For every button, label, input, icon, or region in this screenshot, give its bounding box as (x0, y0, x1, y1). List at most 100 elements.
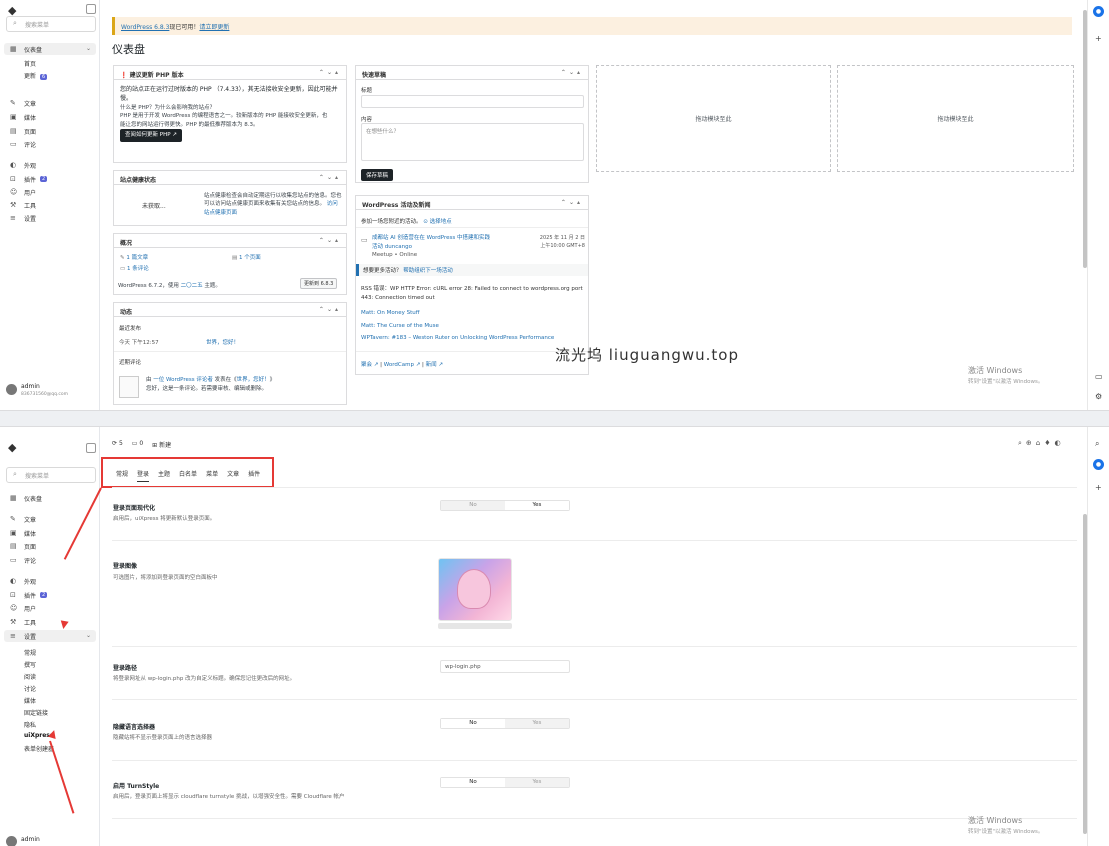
sidebar-sub-home[interactable]: 首页 (24, 59, 36, 68)
sidebar-item-posts[interactable]: ✎ 文章 (10, 97, 36, 109)
search-icon[interactable]: ⌕ (1095, 439, 1099, 449)
toolbar-icons[interactable]: ⌕⊕⌂♦◐ (1018, 439, 1065, 448)
search-input[interactable]: ⌕ 搜索菜单 (6, 16, 96, 32)
save-draft-button[interactable]: 保存草稿 (361, 169, 394, 181)
comments-count[interactable]: ▭ 1 条评论 (120, 264, 149, 272)
highlight-box (101, 457, 274, 488)
settings-sub-privacy[interactable]: 隐私 (24, 720, 36, 729)
sidebar-item-plugins[interactable]: ⊡ 插件 2 (10, 173, 48, 185)
sidebar-item-posts[interactable]: ✎ 文章 (10, 513, 36, 525)
sidebar-item-settings[interactable]: ≡ 设置 (10, 212, 36, 224)
option-desc: 可选图片，将添加到登录页面的空白面板中 (113, 575, 218, 581)
news-link[interactable]: Matt: The Curse of the Muse (361, 323, 439, 329)
calendar-icon: ▭ (361, 236, 368, 244)
pin-icon: ✎ (10, 99, 16, 107)
sidebar-item-comments[interactable]: ▭ 评论 (10, 554, 36, 566)
sidebar-item-settings[interactable]: ≡ 设置 (4, 630, 96, 642)
at-a-glance-box: 概况 ⌃⌄▴ ✎ 1 篇文章 ▤ 1 个页面 ▭ 1 条评论 WordPress … (113, 233, 347, 295)
update-wordpress-button[interactable]: 更新到 6.8.3 (300, 278, 338, 289)
external-link-icon: ↗ (172, 132, 177, 139)
option-desc: 启用后，uiXpress 将更新默认登录页面。 (113, 516, 216, 522)
box-header: ❗ 建议更新 PHP 版本 ⌃⌄▴ (114, 66, 346, 80)
draft-content-input[interactable]: 在想些什么？ (361, 123, 584, 161)
draft-title-input[interactable] (361, 95, 584, 108)
sidebar-item-media[interactable]: ▣ 媒体 (10, 111, 36, 123)
comment-icon: ▭ (120, 266, 126, 272)
sidebar-item-media[interactable]: ▣ 媒体 (10, 527, 36, 539)
profile-icon[interactable]: ● (1093, 459, 1104, 470)
sidebar-item-dashboard[interactable]: ▦ 仪表盘 (4, 43, 96, 55)
updates-counter[interactable]: ⟳ 5 (112, 440, 123, 449)
login-image-preview[interactable] (438, 558, 512, 621)
update-now-link[interactable]: 请立即更新 (199, 24, 229, 31)
panel-icon[interactable]: ▭ (1095, 372, 1103, 381)
drop-zone[interactable]: 拖动模块至此 (837, 65, 1074, 172)
comments-counter[interactable]: ▭ 0 (132, 440, 143, 449)
sidebar-item-dashboard[interactable]: ▦ 仪表盘 (10, 492, 42, 504)
search-icon: ⌕ (13, 470, 17, 478)
warning-icon: ❗ (120, 72, 128, 79)
collapse-icon[interactable] (86, 4, 96, 14)
sidebar-item-comments[interactable]: ▭ 评论 (10, 138, 36, 150)
site-health-box: 站点健康状态 ⌃⌄▴ 未获取... 站点健康检查会自动定期运行以收集您站点的信息。… (113, 170, 347, 226)
sidebar-item-pages[interactable]: ▤ 页面 (10, 125, 36, 137)
sidebar-item-appearance[interactable]: ◐ 外观 (10, 159, 36, 171)
sidebar-item-plugins[interactable]: ⊡ 插件 2 (10, 589, 48, 601)
dashboard-icon: ▦ (10, 45, 17, 53)
settings-sub-permalinks[interactable]: 固定链接 (24, 708, 48, 717)
news-link[interactable]: WPTavern: #183 – Weston Ruter on Unlocki… (361, 335, 554, 341)
box-controls[interactable]: ⌃⌄▴ (561, 69, 583, 76)
news-link[interactable]: Matt: On Money Stuff (361, 310, 420, 316)
settings-sub-writing[interactable]: 撰写 (24, 660, 36, 669)
external-link-icon: ↗ (415, 362, 421, 368)
posts-count[interactable]: ✎ 1 篇文章 (120, 253, 148, 261)
collapse-icon[interactable] (86, 443, 96, 453)
plugins-badge: 2 (40, 176, 48, 182)
settings-sub-reading[interactable]: 阅读 (24, 672, 36, 681)
avatar[interactable] (6, 836, 17, 846)
box-controls[interactable]: ⌃⌄▴ (319, 174, 341, 181)
uixpress-settings-screenshot: ◆ ⌕ 搜索菜单 ▦ 仪表盘 ✎ 文章 ▣ 媒体 ▤ 页面 ▭ 评论 ◐ 外观 ⊡ 插件 2 ☺ 用… (0, 427, 1109, 846)
recent-post-link[interactable]: 世界，您好！ (206, 338, 239, 346)
anime-figure-image (457, 569, 491, 609)
turnstyle-toggle[interactable]: No Yes (440, 777, 570, 788)
settings-sub-general[interactable]: 常规 (24, 648, 36, 657)
box-controls[interactable]: ⌃⌄▴ (319, 69, 341, 76)
sidebar-item-tools[interactable]: ⚒ 工具 (10, 616, 36, 628)
box-controls[interactable]: ⌃⌄▴ (319, 306, 341, 313)
settings-sub-media[interactable]: 媒体 (24, 696, 36, 705)
settings-sub-discussion[interactable]: 讨论 (24, 684, 36, 693)
search-input[interactable]: ⌕ 搜索菜单 (6, 467, 96, 483)
drop-zone[interactable]: 拖动模块至此 (596, 65, 831, 172)
add-icon[interactable]: + (1095, 34, 1102, 43)
sidebar-item-pages[interactable]: ▤ 页面 (10, 540, 36, 552)
add-icon[interactable]: + (1095, 483, 1102, 492)
select-location-link[interactable]: ⊙ 选择地点 (423, 219, 451, 225)
pin-icon: ✎ (10, 515, 16, 523)
login-path-input[interactable]: wp-login.php (440, 660, 570, 673)
learn-php-button[interactable]: 查阅如何更新 PHP ↗ (120, 129, 182, 142)
sidebar-item-users[interactable]: ☺ 用户 (10, 602, 36, 614)
option-desc: 启用后，登录页面上将显示 cloudflare turnstyle 挑战，以增强… (113, 794, 345, 800)
sidebar-item-appearance[interactable]: ◐ 外观 (10, 575, 36, 587)
sidebar-sub-updates[interactable]: 更新 6 (24, 71, 48, 80)
new-button[interactable]: ⊞ 新建 (152, 440, 171, 449)
modern-login-toggle[interactable]: No Yes (440, 500, 570, 511)
avatar[interactable] (6, 384, 17, 395)
box-controls[interactable]: ⌃⌄▴ (561, 199, 583, 206)
profile-icon[interactable]: ● (1093, 6, 1104, 17)
box-controls[interactable]: ⌃⌄▴ (319, 237, 341, 244)
hide-language-toggle[interactable]: No Yes (440, 718, 570, 729)
dashboard-icon: ▦ (10, 494, 17, 502)
recent-time: 今天 下午12:57 (119, 340, 159, 346)
browser-side-rail: ⌕ ● + (1087, 427, 1109, 846)
activity-box: 动态 ⌃⌄▴ 最近发布 今天 下午12:57 世界，您好！ 近期评论 由 一位 W… (113, 302, 347, 405)
sidebar-item-users[interactable]: ☺ 用户 (10, 186, 36, 198)
updates-badge: 6 (40, 74, 48, 80)
version-link[interactable]: WordPress 6.8.3 (121, 24, 169, 31)
logo-icon: ◆ (8, 4, 17, 17)
sidebar-item-tools[interactable]: ⚒ 工具 (10, 199, 36, 211)
gear-icon[interactable]: ⚙ (1095, 392, 1102, 401)
pages-count[interactable]: ▤ 1 个页面 (232, 253, 261, 261)
plugins-badge: 2 (40, 592, 48, 598)
